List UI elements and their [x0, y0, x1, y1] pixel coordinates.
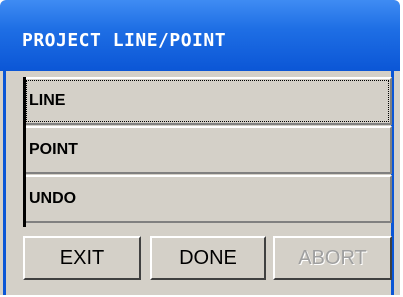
- exit-button[interactable]: EXIT: [23, 236, 141, 280]
- menu-item-line[interactable]: LINE: [23, 77, 392, 125]
- action-button-row: EXIT DONE ABORT: [23, 236, 392, 280]
- menu-item-label: POINT: [29, 141, 78, 158]
- menu-item-undo[interactable]: UNDO: [23, 175, 392, 223]
- menu-item-label: UNDO: [29, 190, 77, 207]
- done-button[interactable]: DONE: [150, 236, 266, 280]
- window-title: PROJECT LINE/POINT: [22, 30, 227, 51]
- project-line-point-dialog: PROJECT LINE/POINT LINE POINT UNDO EXIT …: [0, 0, 400, 295]
- abort-button: ABORT: [273, 236, 392, 280]
- list-left-edge: [23, 77, 26, 227]
- menu-item-label: LINE: [29, 92, 66, 109]
- menu-list: LINE POINT UNDO: [23, 77, 392, 224]
- menu-item-point[interactable]: POINT: [23, 126, 392, 174]
- title-bar[interactable]: PROJECT LINE/POINT: [0, 0, 400, 71]
